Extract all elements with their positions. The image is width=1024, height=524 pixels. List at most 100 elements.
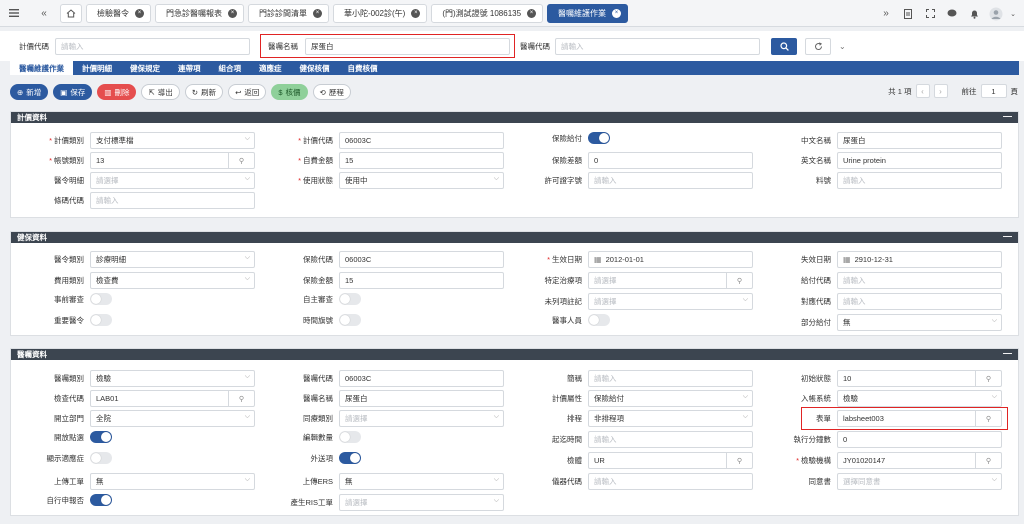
ins-amount-input[interactable]: 15 — [339, 272, 504, 289]
lab-org-input[interactable]: JY01020147 ⚲ — [837, 452, 1002, 469]
specimen-input[interactable]: UR ⚲ — [588, 452, 753, 469]
price-attr-select[interactable]: 保險給付 ⌵ — [588, 390, 753, 407]
tab-lab-order[interactable]: 檢驗醫令 × — [86, 3, 151, 23]
collapse-left-icon[interactable]: « — [34, 3, 54, 23]
outsource-toggle[interactable] — [339, 452, 361, 464]
bell-icon[interactable] — [964, 4, 984, 24]
schedule-select[interactable]: 非排程項 ⌵ — [588, 410, 753, 427]
tab-clinic-session[interactable]: 華小陀-002診(午) × — [333, 3, 428, 23]
effective-date-input[interactable]: ▦ 2012-01-01 — [588, 251, 753, 268]
self-review-toggle[interactable] — [339, 293, 361, 305]
en-name-input[interactable]: Urine protein — [837, 152, 1002, 169]
time-flag-toggle[interactable] — [339, 314, 361, 326]
insurance-diff-input[interactable]: 0 — [588, 152, 753, 169]
same-type-select[interactable]: 請選擇 ⌵ — [339, 410, 504, 427]
self-report-toggle[interactable] — [90, 494, 112, 506]
order-code-input[interactable]: 請輸入 — [555, 37, 760, 55]
show-indication-toggle[interactable] — [90, 452, 112, 464]
avatar[interactable] — [986, 4, 1006, 24]
price-code-input[interactable]: 06003C — [339, 132, 504, 149]
important-order-toggle[interactable] — [90, 314, 112, 326]
close-icon[interactable]: × — [612, 8, 622, 18]
upload-ers-select[interactable]: 無 ⌵ — [339, 473, 504, 490]
check-code-input[interactable]: LAB01 ⚲ — [90, 390, 255, 407]
tab-test-patient[interactable]: (門)測試證號 1086135 × — [431, 3, 544, 23]
cn-name-input[interactable]: 尿蛋白 — [837, 132, 1002, 149]
tab-order-maintenance-main[interactable]: 醫囑維護作業 — [10, 61, 73, 75]
pay-code-input[interactable]: 請輸入 — [837, 272, 1002, 289]
search-icon[interactable]: ⚲ — [726, 273, 752, 288]
expand-right-icon[interactable]: » — [876, 4, 896, 24]
search-icon[interactable]: ⚲ — [228, 391, 254, 406]
minimize-icon[interactable]: — — [1003, 112, 1012, 121]
tab-clinic-list[interactable]: 門診診間清單 × — [248, 3, 329, 23]
search-icon[interactable]: ⚲ — [975, 453, 1001, 468]
close-icon[interactable]: × — [411, 8, 421, 18]
material-input[interactable]: 請輸入 — [837, 172, 1002, 189]
chevron-down-icon[interactable]: ⌄ — [839, 42, 846, 51]
next-page-button[interactable]: › — [933, 84, 948, 98]
map-code-input[interactable]: 請輸入 — [837, 293, 1002, 310]
prev-page-button[interactable]: ‹ — [915, 84, 930, 98]
ins-code-input[interactable]: 06003C — [339, 251, 504, 268]
order-code-field[interactable]: 06003C — [339, 370, 504, 387]
page-input[interactable]: 1 — [980, 84, 1007, 98]
back-button[interactable]: ↩ 返回 — [228, 84, 267, 100]
export-button[interactable]: ⇱ 導出 — [141, 84, 180, 100]
close-icon[interactable]: × — [313, 8, 322, 18]
search-button[interactable] — [771, 37, 797, 55]
order-name-field[interactable]: 尿蛋白 — [339, 390, 504, 407]
prior-review-toggle[interactable] — [90, 293, 112, 305]
special-treatment-input[interactable]: 請選擇 ⚲ — [588, 272, 753, 289]
delete-button[interactable]: ▥ 刪除 — [97, 84, 137, 100]
home-tab[interactable] — [60, 3, 82, 23]
edit-quantity-toggle[interactable] — [339, 431, 361, 443]
close-icon[interactable]: × — [228, 8, 237, 18]
order-category-select[interactable]: 檢驗 ⌵ — [90, 370, 255, 387]
tab-linked-items[interactable]: 連帶項 — [169, 61, 210, 75]
device-code-input[interactable]: 請輸入 — [588, 473, 753, 490]
refresh-button[interactable] — [805, 37, 831, 55]
tab-billing-detail[interactable]: 計價明細 — [73, 61, 121, 75]
medical-staff-toggle[interactable] — [588, 314, 610, 326]
start-end-time-input[interactable]: 請輸入 — [588, 431, 753, 448]
tab-indications[interactable]: 適應症 — [250, 61, 291, 75]
chevron-down-icon[interactable]: ⌄ — [1008, 4, 1018, 24]
exec-minutes-input[interactable]: 0 — [837, 431, 1002, 448]
search-icon[interactable]: ⚲ — [726, 453, 752, 468]
tab-self-price[interactable]: 自費核價 — [339, 61, 387, 75]
chat-icon[interactable] — [942, 4, 962, 24]
refresh-button[interactable]: ↻ 刷新 — [184, 84, 224, 100]
ris-order-select[interactable]: 請選擇 ⌵ — [339, 494, 504, 511]
billing-code-input[interactable]: 請輸入 — [55, 37, 250, 55]
open-select-toggle[interactable] — [90, 431, 112, 443]
unlisted-select[interactable]: 請選擇 ⌵ — [588, 293, 753, 310]
minimize-icon[interactable]: — — [1003, 349, 1012, 358]
close-icon[interactable]: × — [135, 8, 144, 18]
tab-combo-items[interactable]: 組合項 — [210, 61, 251, 75]
init-status-input[interactable]: 10 ⚲ — [837, 370, 1002, 387]
document-icon[interactable] — [898, 4, 918, 24]
search-icon[interactable]: ⚲ — [228, 153, 254, 168]
insurance-pay-toggle[interactable] — [588, 132, 610, 144]
barcode-input[interactable]: 請輸入 — [90, 192, 255, 209]
use-status-select[interactable]: 使用中 ⌵ — [339, 172, 504, 189]
close-icon[interactable]: × — [527, 8, 537, 18]
tab-er-report[interactable]: 門急診醫囑報表 × — [155, 3, 244, 23]
menu-icon[interactable] — [4, 3, 24, 23]
tab-order-maintenance[interactable]: 醫囑維護作業 × — [547, 3, 629, 23]
self-amount-input[interactable]: 15 — [339, 152, 504, 169]
search-icon[interactable]: ⚲ — [975, 371, 1001, 386]
partial-pay-select[interactable]: 無 ⌵ — [837, 314, 1002, 331]
fee-type-select[interactable]: 檢查費 ⌵ — [90, 272, 255, 289]
add-button[interactable]: ⊕ 新增 — [10, 84, 49, 100]
price-check-button[interactable]: $ 核價 — [271, 84, 308, 100]
price-type-select[interactable]: 支付標準檔 ⌵ — [90, 132, 255, 149]
fullscreen-icon[interactable] — [920, 4, 940, 24]
account-system-select[interactable]: 檢驗 ⌵ — [837, 390, 1002, 407]
save-button[interactable]: ▣ 保存 — [53, 84, 93, 100]
dept-select[interactable]: 全院 ⌵ — [90, 410, 255, 427]
expire-date-input[interactable]: ▦ 2910-12-31 — [837, 251, 1002, 268]
upload-order-select[interactable]: 無 ⌵ — [90, 473, 255, 490]
tab-insurance-rules[interactable]: 健保規定 — [121, 61, 169, 75]
